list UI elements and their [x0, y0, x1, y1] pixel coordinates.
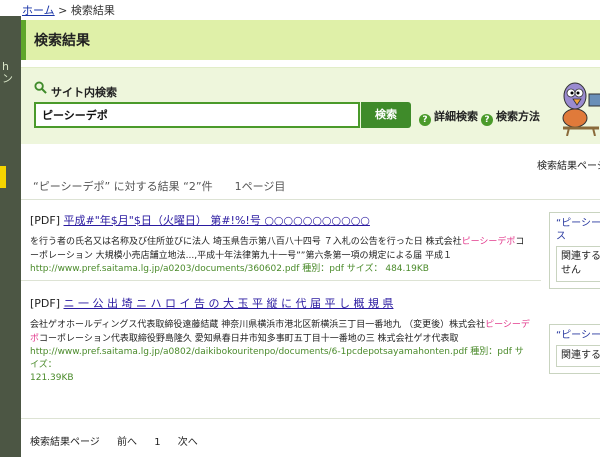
left-strip-text: hン — [2, 60, 13, 85]
result-snippet: 会社ゲオホールディングス代表取締役遠藤結蔵 神奈川県横浜市港北区新横浜三丁目一番… — [30, 318, 530, 346]
result-title-line: [PDF] 平成#"年$月"$日（火曜日） 第#!%!号 ○○○○○○○○○○○ — [30, 212, 530, 228]
snippet-text: 会社ゲオホールディングス代表取締役遠藤結蔵 神奈川県横浜市港北区新横浜三丁目一番… — [30, 320, 486, 330]
left-sidebar-strip: hン — [0, 16, 21, 457]
divider — [21, 199, 600, 200]
breadcrumb-current: 検索結果 — [70, 4, 115, 17]
page-title: 検索結果 — [34, 33, 90, 49]
result-type: [PDF] — [30, 297, 61, 310]
related-box-text: せん — [561, 265, 581, 276]
result-title-line: [PDF] ニ 一 公 出 埼 ニ ハ ロ イ 告 の 大 玉 平 縦 に 代 … — [30, 295, 530, 311]
breadcrumb-home-link[interactable]: ホーム — [22, 4, 55, 17]
advanced-search-link[interactable]: ? 詳細検索 — [419, 108, 478, 126]
snippet-highlight: ピーシーデポ — [461, 237, 516, 247]
breadcrumb-separator: > — [58, 4, 68, 17]
result-title-link[interactable]: 平成#"年$月"$日（火曜日） 第#!%!号 ○○○○○○○○○○○ — [64, 214, 370, 227]
related-box-title: “ピーシーデ ス — [550, 213, 600, 246]
related-box-text: 関連する — [561, 251, 600, 262]
search-icon — [34, 81, 47, 94]
related-box-text: 関連する — [561, 350, 600, 361]
result-snippet: を行う者の氏名又は名称及び住所並びに法人 埼玉県告示第八百八十四号 ７入札の公告… — [30, 235, 530, 263]
pagination-label: 検索結果ページ — [30, 437, 100, 448]
results-page-label: 検索結果ページ — [537, 161, 600, 172]
related-box-title: “ピーシーデ — [550, 325, 600, 345]
search-label: サイト内検索 — [51, 86, 117, 99]
divider — [21, 418, 600, 419]
result-size: 484.19KB — [385, 264, 429, 274]
snippet-text: を行う者の氏名又は名称及び住所並びに法人 埼玉県告示第八百八十四号 ７入札の公告… — [30, 237, 462, 247]
breadcrumb: ホーム > 検索結果 — [22, 2, 115, 18]
related-box: “ピーシーデ 関連する — [549, 324, 600, 374]
related-box-content: 関連する — [556, 345, 600, 367]
pagination: 検索結果ページ 前へ 1 次へ — [30, 433, 212, 448]
results-summary: “ピーシーデポ” に対する結果 “2”件 1ページ目 — [33, 178, 285, 194]
search-result: [PDF] ニ 一 公 出 埼 ニ ハ ロ イ 告 の 大 玉 平 縦 に 代 … — [30, 295, 530, 385]
result-kind: 種別：pdf サイズ： — [302, 264, 383, 274]
divider — [21, 280, 541, 281]
mascot-bird-icon — [562, 82, 600, 136]
question-icon: ? — [481, 114, 493, 126]
advanced-search-label: 詳細検索 — [434, 110, 478, 123]
result-url[interactable]: http://www.pref.saitama.lg.jp/a0203/docu… — [30, 264, 299, 274]
related-box-content: 関連する せん — [556, 246, 600, 282]
pagination-current: 1 — [154, 437, 161, 448]
result-size: 121.39KB — [30, 373, 74, 383]
left-strip-tab[interactable] — [0, 166, 6, 188]
results-page-info: 1ページ目 — [234, 180, 286, 193]
snippet-text: コーポレーション代表取締役野島隆久 愛知県春日井市知多事町五丁目十一番地の三 株… — [39, 334, 459, 344]
related-box-title-text: ス — [556, 231, 566, 242]
page-header: 検索結果 — [21, 20, 600, 60]
search-result: [PDF] 平成#"年$月"$日（火曜日） 第#!%!号 ○○○○○○○○○○○… — [30, 212, 530, 276]
result-url[interactable]: http://www.pref.saitama.lg.jp/a0802/daik… — [30, 347, 467, 357]
site-search-panel: サイト内検索 検索 ?詳細検索 ?検索方法 — [21, 67, 600, 144]
pagination-prev[interactable]: 前へ — [117, 437, 137, 448]
search-input[interactable] — [34, 102, 360, 128]
pagination-next[interactable]: 次へ — [178, 437, 198, 448]
results-count-text: “ピーシーデポ” に対する結果 “2”件 — [33, 180, 213, 193]
question-icon: ? — [419, 114, 431, 126]
related-box-title-text: “ピーシーデ — [556, 218, 600, 229]
related-box-title-text: “ピーシーデ — [556, 330, 600, 341]
result-meta: http://www.pref.saitama.lg.jp/a0203/docu… — [30, 263, 530, 276]
search-howto-link[interactable]: ? 検索方法 — [481, 108, 540, 126]
related-box: “ピーシーデ ス 関連する せん — [549, 212, 600, 289]
search-howto-label: 検索方法 — [496, 110, 540, 123]
result-type: [PDF] — [30, 214, 61, 227]
result-meta: http://www.pref.saitama.lg.jp/a0802/daik… — [30, 346, 530, 385]
search-button[interactable]: 検索 — [361, 102, 411, 128]
result-title-link[interactable]: ニ 一 公 出 埼 ニ ハ ロ イ 告 の 大 玉 平 縦 に 代 届 平 し … — [64, 297, 394, 310]
